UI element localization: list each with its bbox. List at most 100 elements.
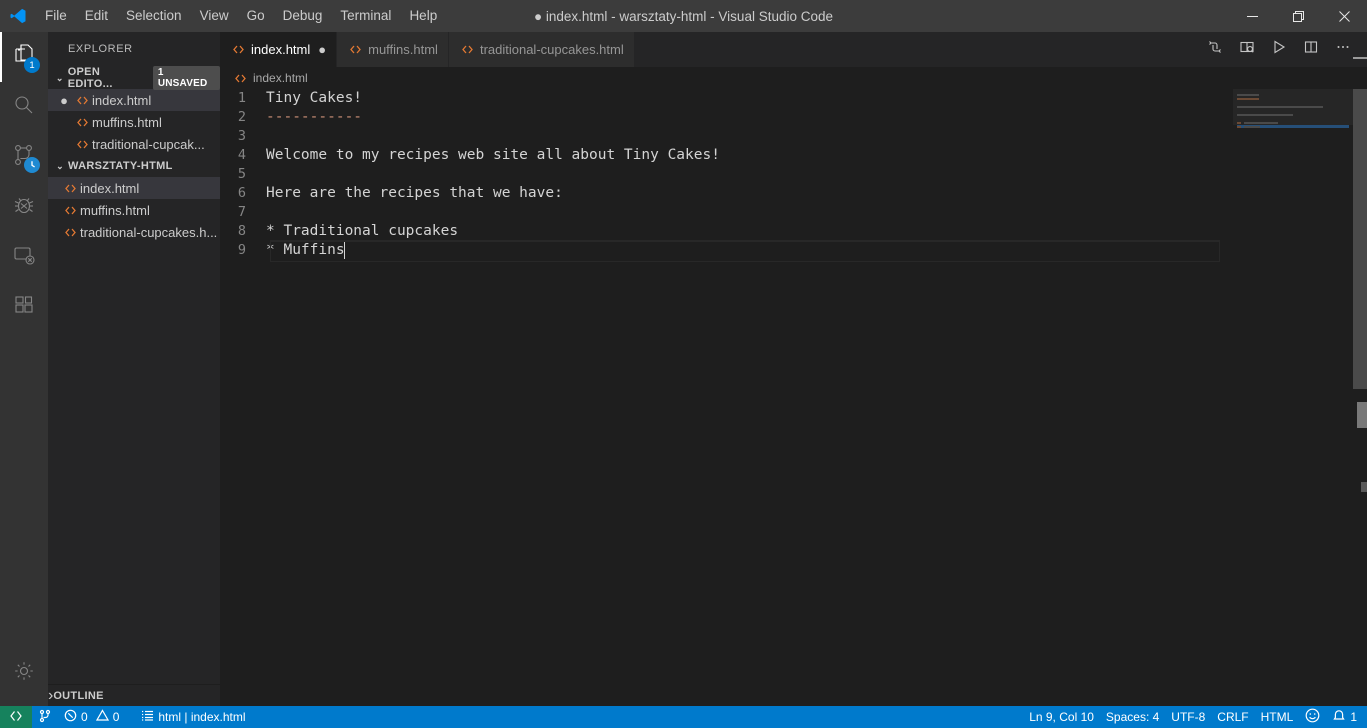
- status-html-info[interactable]: html | index.html: [135, 706, 251, 728]
- line-text: Tiny Cakes!: [266, 90, 363, 106]
- breadcrumb[interactable]: index.html: [220, 67, 1367, 89]
- activity-search[interactable]: [0, 82, 48, 132]
- open-editor-traditional-cupcakes-html[interactable]: traditional-cupcak...: [48, 133, 220, 155]
- status-editor-encoding[interactable]: UTF-8: [1165, 706, 1211, 728]
- code-line: 1 Tiny Cakes!: [220, 89, 1367, 108]
- activity-explorer[interactable]: 1: [0, 32, 48, 82]
- remote-indicator-icon: [9, 709, 23, 726]
- menu-help[interactable]: Help: [400, 0, 446, 32]
- menu-debug[interactable]: Debug: [274, 0, 332, 32]
- tab-dirty-indicator[interactable]: ●: [318, 42, 326, 57]
- html-file-icon: [232, 43, 245, 56]
- split-editor-button[interactable]: [1295, 32, 1327, 67]
- open-preview-button[interactable]: [1231, 32, 1263, 67]
- activity-source-control[interactable]: [0, 132, 48, 182]
- code-line: 3: [220, 127, 1367, 146]
- menu-go[interactable]: Go: [238, 0, 274, 32]
- status-notifications[interactable]: 1: [1326, 706, 1363, 728]
- editor-vertical-scrollbar[interactable]: [1357, 402, 1367, 428]
- menu-bar[interactable]: File Edit Selection View Go Debug Termin…: [36, 0, 446, 32]
- html-file-icon: [60, 182, 80, 195]
- run-button[interactable]: [1263, 32, 1295, 67]
- activity-manage-settings[interactable]: [0, 648, 48, 698]
- open-editor-label: traditional-cupcak...: [92, 136, 205, 152]
- chevron-down-icon: ⌄: [55, 72, 64, 83]
- title-bar: File Edit Selection View Go Debug Termin…: [0, 0, 1367, 32]
- html-file-icon: [60, 204, 80, 217]
- activity-remote-explorer[interactable]: [0, 232, 48, 282]
- tab-label: traditional-cupcakes.html: [479, 42, 624, 57]
- status-bar-right: Ln 9, Col 10 Spaces: 4 UTF-8 CRLF HTML 1: [1023, 706, 1367, 728]
- tab-traditional-cupcakes-html[interactable]: traditional-cupcakes.html: [448, 32, 635, 67]
- ellipsis-icon: [1335, 39, 1351, 60]
- tab-index-html[interactable]: index.html ●: [220, 32, 338, 67]
- activity-extensions[interactable]: [0, 282, 48, 332]
- menu-edit[interactable]: Edit: [76, 0, 117, 32]
- warning-icon: [95, 709, 109, 725]
- line-text: * Traditional cupcakes: [266, 223, 459, 239]
- line-number: 5: [237, 166, 246, 182]
- minimap[interactable]: [1233, 89, 1353, 706]
- chevron-down-icon: ⌄: [56, 160, 64, 171]
- restore-button[interactable]: [1275, 0, 1321, 32]
- status-editor-position[interactable]: Ln 9, Col 10: [1023, 706, 1100, 728]
- list-icon: [141, 709, 154, 725]
- smiley-icon: [1305, 708, 1320, 726]
- status-editor-language[interactable]: HTML: [1255, 706, 1300, 728]
- section-open-editors-label: OPEN EDITO...: [67, 66, 113, 90]
- section-open-editors[interactable]: ⌄ OPEN EDITO... 1 UNSAVED: [48, 66, 220, 90]
- open-changes-button[interactable]: [1199, 32, 1231, 67]
- code-editor[interactable]: 1 Tiny Cakes! 2 ----------- 3 4 Welcome …: [220, 89, 1367, 706]
- section-outline[interactable]: › OUTLINE: [48, 684, 220, 706]
- tab-label: muffins.html: [368, 42, 438, 57]
- html-file-icon: [349, 43, 362, 56]
- menu-selection[interactable]: Selection: [117, 0, 191, 32]
- error-count: 0: [81, 710, 88, 724]
- code-line: 8 * Traditional cupcakes: [220, 222, 1367, 241]
- status-source-control[interactable]: [32, 706, 58, 728]
- status-editor-indentation[interactable]: Spaces: 4: [1100, 706, 1165, 728]
- line-text: Here are the recipes that we have:: [266, 185, 563, 201]
- window-controls: [1229, 0, 1367, 32]
- open-editor-muffins-html[interactable]: muffins.html: [48, 111, 220, 133]
- file-traditional-cupcakes-html[interactable]: traditional-cupcakes.h...: [48, 221, 220, 243]
- menu-terminal[interactable]: Terminal: [331, 0, 400, 32]
- html-file-icon: [72, 94, 92, 107]
- code-line: 5: [220, 165, 1367, 184]
- open-editor-label: index.html: [92, 92, 152, 108]
- line-number: 9: [237, 242, 246, 258]
- vscode-window: File Edit Selection View Go Debug Termin…: [0, 0, 1367, 728]
- file-index-html[interactable]: index.html: [48, 177, 220, 199]
- menu-file[interactable]: File: [36, 0, 76, 32]
- scroll-decoration: [1353, 57, 1367, 59]
- play-icon: [1271, 39, 1287, 60]
- close-button[interactable]: [1321, 0, 1367, 32]
- status-html-label: html | index.html: [158, 710, 246, 724]
- status-editor-eol[interactable]: CRLF: [1211, 706, 1254, 728]
- code-line: 4 Welcome to my recipes web site all abo…: [220, 146, 1367, 165]
- more-actions-button[interactable]: [1327, 32, 1359, 67]
- breadcrumb-label: index.html: [253, 71, 308, 85]
- activity-debug[interactable]: [0, 182, 48, 232]
- file-label: traditional-cupcakes.h...: [80, 224, 218, 240]
- search-icon: [11, 92, 37, 123]
- status-problems[interactable]: 0 0: [58, 706, 125, 728]
- minimize-button[interactable]: [1229, 0, 1275, 32]
- html-file-icon: [72, 116, 92, 129]
- open-editor-index-html[interactable]: ● index.html: [48, 89, 220, 111]
- gear-icon: [11, 658, 37, 689]
- status-feedback-smiley[interactable]: [1299, 706, 1326, 728]
- file-muffins-html[interactable]: muffins.html: [48, 199, 220, 221]
- line-number: 2: [237, 109, 246, 125]
- remote-indicator[interactable]: [0, 706, 32, 728]
- line-text: * Muffins: [266, 242, 345, 258]
- explorer-badge: 1: [24, 57, 40, 73]
- tab-muffins-html[interactable]: muffins.html: [337, 32, 449, 67]
- section-workspace-folder[interactable]: ⌄ WARSZTATY-HTML: [48, 155, 220, 177]
- tab-bar: index.html ● muffins.html traditional-cu…: [220, 32, 1367, 67]
- menu-view[interactable]: View: [191, 0, 238, 32]
- file-label: index.html: [80, 180, 140, 196]
- line-text: Welcome to my recipes web site all about…: [266, 147, 720, 163]
- html-file-icon: [234, 72, 247, 85]
- compare-changes-icon: [1207, 39, 1223, 60]
